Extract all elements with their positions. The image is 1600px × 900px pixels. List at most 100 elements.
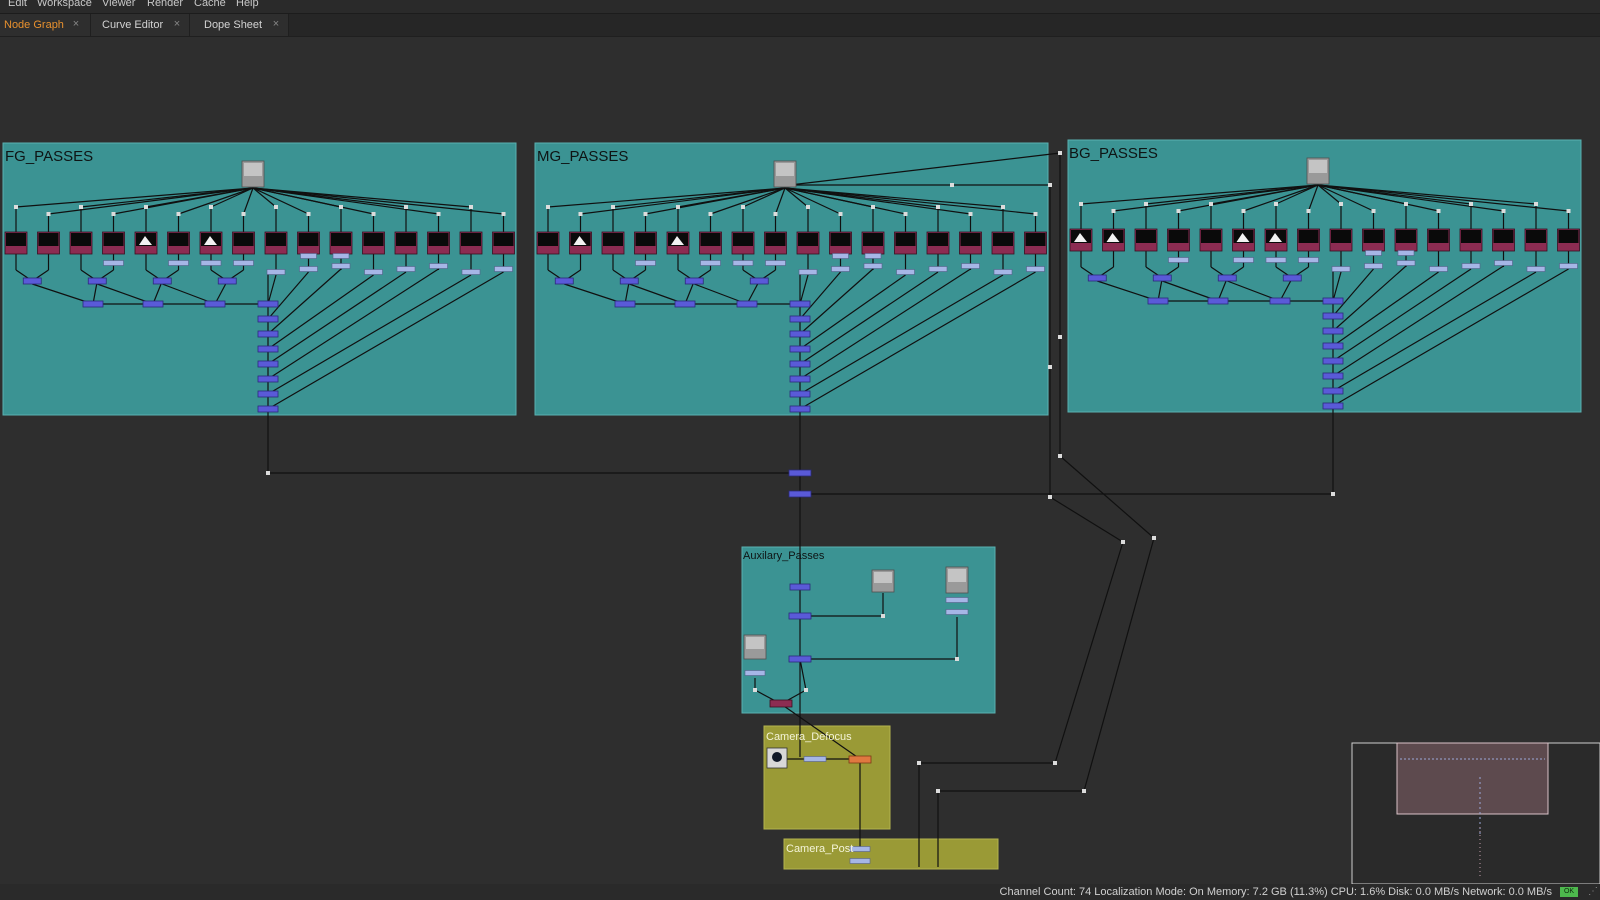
dot-node[interactable] <box>1404 202 1408 206</box>
dot-node[interactable] <box>501 212 506 216</box>
resize-grip-icon[interactable]: ⋰ <box>1588 887 1598 897</box>
shuffle-node[interactable] <box>863 263 883 269</box>
dot-node[interactable] <box>111 212 116 216</box>
read-node[interactable] <box>1459 228 1483 252</box>
shuffle-node[interactable] <box>266 269 286 275</box>
dot-node[interactable] <box>871 205 875 209</box>
dot-node[interactable] <box>1152 536 1156 540</box>
read-node[interactable] <box>199 231 223 255</box>
merge-node[interactable] <box>1152 274 1172 282</box>
dot-node[interactable] <box>1501 209 1506 213</box>
shuffle-node[interactable] <box>1331 266 1351 272</box>
read-node[interactable] <box>1024 231 1047 255</box>
merge-node[interactable] <box>1322 312 1344 320</box>
shuffle-node[interactable] <box>1365 250 1382 256</box>
merge-node[interactable] <box>788 469 812 477</box>
merge-node[interactable] <box>257 375 279 383</box>
node-graph-canvas[interactable]: FG_PASSES MG_PASSES BG_PASSES Auxilary_P… <box>0 37 1600 884</box>
menu-workspace[interactable]: Workspace <box>37 0 92 9</box>
camera-node[interactable] <box>766 747 788 769</box>
dot-node[interactable] <box>968 212 973 216</box>
dot-node[interactable] <box>806 205 810 209</box>
merge-node-red[interactable] <box>769 699 793 708</box>
dot-node[interactable] <box>753 688 757 692</box>
read-node[interactable] <box>1264 228 1288 252</box>
dot-node[interactable] <box>546 205 550 209</box>
read-node[interactable] <box>4 231 28 255</box>
read-node[interactable] <box>1199 228 1223 252</box>
read-node[interactable] <box>167 231 190 255</box>
shuffle-node[interactable] <box>864 253 882 259</box>
shuffle-node[interactable] <box>200 260 222 266</box>
dot-node[interactable] <box>917 761 921 765</box>
read-node[interactable] <box>394 231 418 255</box>
merge-node[interactable] <box>257 405 279 413</box>
read-node[interactable] <box>264 231 288 255</box>
read-node[interactable] <box>492 231 515 255</box>
dot-node[interactable] <box>1144 202 1148 206</box>
dot-node[interactable] <box>371 212 376 216</box>
shuffle-node[interactable] <box>798 269 818 275</box>
merge-node[interactable] <box>1322 372 1344 380</box>
merge-node[interactable] <box>684 277 704 285</box>
dot-node[interactable] <box>1111 209 1116 213</box>
read-node[interactable] <box>362 231 385 255</box>
merge-node[interactable] <box>142 300 164 308</box>
read-node[interactable] <box>37 231 60 255</box>
merge-node[interactable] <box>554 277 574 285</box>
read-node[interactable] <box>1362 228 1385 252</box>
shuffle-node[interactable] <box>744 670 766 676</box>
merge-node[interactable] <box>22 277 42 285</box>
dot-node[interactable] <box>339 205 343 209</box>
shuffle-node[interactable] <box>1396 260 1416 266</box>
dot-node[interactable] <box>1241 209 1246 213</box>
read-node[interactable] <box>134 231 158 255</box>
shuffle-node[interactable] <box>765 260 786 266</box>
read-node[interactable] <box>959 231 982 255</box>
dot-node[interactable] <box>1436 209 1441 213</box>
read-node[interactable] <box>666 231 690 255</box>
read-node[interactable] <box>699 231 722 255</box>
shuffle-node[interactable] <box>1364 263 1383 269</box>
constant-node[interactable] <box>241 160 265 188</box>
merge-node[interactable] <box>1322 342 1344 350</box>
merge-node[interactable] <box>788 655 812 663</box>
constant-node[interactable] <box>945 566 969 594</box>
dot-node[interactable] <box>1331 492 1335 496</box>
menu-render[interactable]: Render <box>147 0 183 9</box>
read-node[interactable] <box>1069 228 1093 252</box>
merge-node[interactable] <box>87 277 107 285</box>
merge-node[interactable] <box>1322 327 1344 335</box>
dot-node[interactable] <box>1469 202 1473 206</box>
read-node[interactable] <box>1297 228 1320 252</box>
dot-node[interactable] <box>1082 789 1086 793</box>
dot-node[interactable] <box>306 212 311 216</box>
dot-node[interactable] <box>1053 761 1057 765</box>
shuffle-node[interactable] <box>1494 260 1513 266</box>
shuffle-node[interactable] <box>635 260 656 266</box>
merge-node[interactable] <box>789 315 811 323</box>
read-node[interactable] <box>1167 228 1190 252</box>
menu-help[interactable]: Help <box>236 0 259 9</box>
dot-node[interactable] <box>241 212 246 216</box>
dot-node[interactable] <box>676 205 680 209</box>
shuffle-node[interactable] <box>1233 257 1254 263</box>
shuffle-node[interactable] <box>832 253 849 259</box>
shuffle-node[interactable] <box>1265 257 1287 263</box>
shuffle-node[interactable] <box>364 269 383 275</box>
shuffle-node[interactable] <box>396 266 416 272</box>
dot-node[interactable] <box>611 205 615 209</box>
dot-node[interactable] <box>79 205 83 209</box>
dot-node[interactable] <box>144 205 148 209</box>
dot-node[interactable] <box>1534 202 1538 206</box>
merge-node[interactable] <box>257 315 279 323</box>
read-node[interactable] <box>1102 228 1125 252</box>
dot-node[interactable] <box>838 212 843 216</box>
read-node[interactable] <box>926 231 950 255</box>
shuffle-node[interactable] <box>803 756 827 762</box>
read-node[interactable] <box>1524 228 1548 252</box>
read-node[interactable] <box>1492 228 1515 252</box>
dot-node[interactable] <box>773 212 778 216</box>
dot-node[interactable] <box>1371 209 1376 213</box>
shuffle-node[interactable] <box>168 260 189 266</box>
